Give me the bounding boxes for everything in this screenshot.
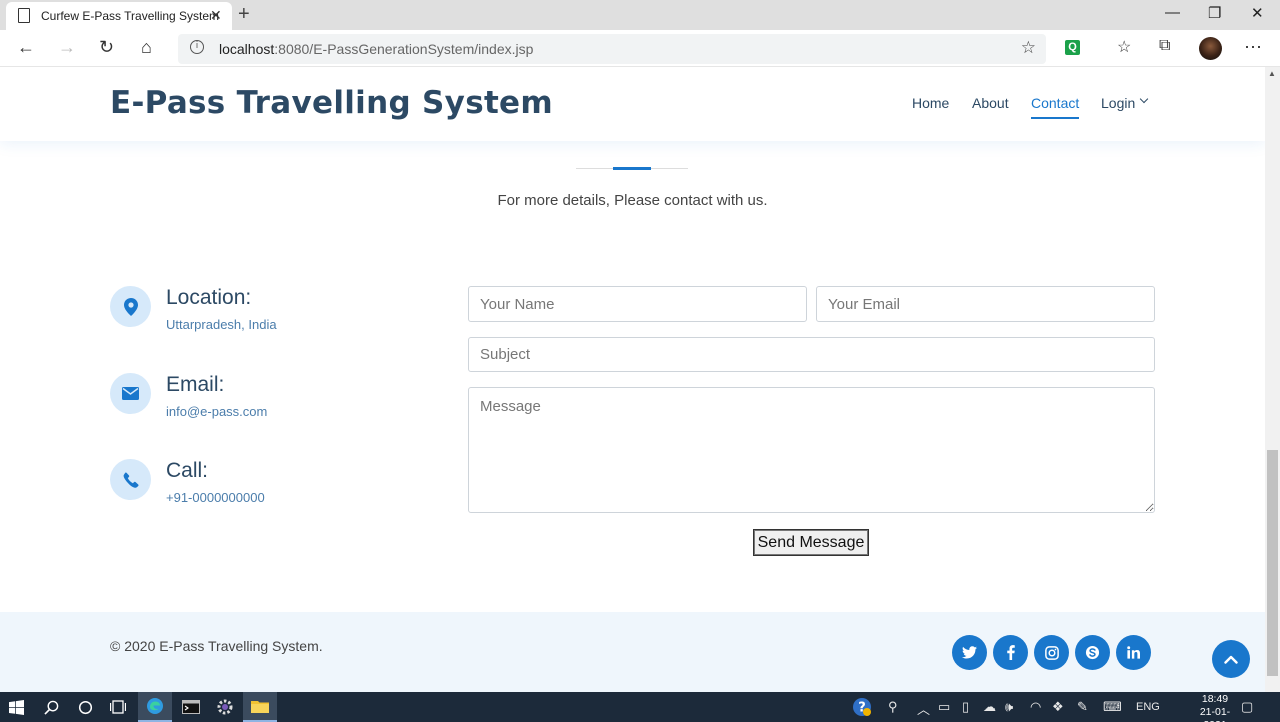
send-message-button[interactable]: Send Message xyxy=(753,529,869,556)
back-icon[interactable]: ← xyxy=(17,37,35,58)
collections-icon[interactable]: ⧉ xyxy=(1159,37,1170,55)
site-header: E-Pass Travelling System Home About Cont… xyxy=(0,67,1265,141)
email-value[interactable]: info@e-pass.com xyxy=(166,404,267,419)
windows-taskbar: ? ⚲ ︿ ▭ ▯ ☁ 🕪 ◠ ❖ ✎ ⌨ ENG 18:49 21-01-20… xyxy=(0,692,1280,722)
nav-login[interactable]: Login xyxy=(1101,95,1135,111)
site-footer: © 2020 E-Pass Travelling System. xyxy=(0,612,1265,692)
task-view-icon[interactable] xyxy=(103,692,133,722)
clock-date: 21-01-2021 xyxy=(1199,706,1231,722)
refresh-icon[interactable]: ↻ xyxy=(99,37,114,58)
scroll-up-arrow-icon[interactable]: ▲ xyxy=(1268,69,1276,78)
terminal-taskbar-icon[interactable] xyxy=(174,692,208,722)
url-path: :8080/E-PassGenerationSystem/index.jsp xyxy=(274,41,534,57)
email-input[interactable] xyxy=(816,286,1155,322)
extension-q-icon[interactable]: Q xyxy=(1065,40,1080,55)
browser-tab[interactable]: Curfew E-Pass Travelling System ✕ xyxy=(6,2,232,30)
window-close-icon[interactable]: ✕ xyxy=(1251,4,1264,22)
facebook-icon[interactable] xyxy=(993,635,1028,670)
call-value[interactable]: +91-0000000000 xyxy=(166,490,265,505)
section-subtitle: For more details, Please contact with us… xyxy=(497,192,768,209)
battery-icon[interactable]: ▭ xyxy=(938,699,950,715)
location-label: Location: xyxy=(166,286,252,309)
taskbar-clock[interactable]: 18:49 21-01-2021 xyxy=(1190,693,1240,722)
browser-toolbar: ← → ↻ ⌂ i localhost:8080/E-PassGeneratio… xyxy=(0,30,1280,67)
nav-home[interactable]: Home xyxy=(912,95,949,111)
volume-icon[interactable]: 🕪 xyxy=(1005,699,1013,715)
site-logo[interactable]: E-Pass Travelling System xyxy=(110,85,553,121)
favorites-icon[interactable]: ☆ xyxy=(1117,37,1131,57)
back-to-top-button[interactable] xyxy=(1212,640,1250,678)
nav-contact[interactable]: Contact xyxy=(1031,95,1080,119)
forward-icon[interactable]: → xyxy=(58,37,76,58)
keyboard-icon[interactable]: ⌨ xyxy=(1103,699,1122,715)
instagram-icon[interactable] xyxy=(1034,635,1069,670)
url-host: localhost xyxy=(219,41,275,57)
more-menu-icon[interactable]: ⋯ xyxy=(1244,37,1262,58)
device-icon[interactable]: ▯ xyxy=(962,699,969,715)
message-textarea[interactable] xyxy=(468,387,1155,513)
home-icon[interactable]: ⌂ xyxy=(141,37,152,58)
settings-gear-taskbar-icon[interactable] xyxy=(208,692,242,722)
location-value: Uttarpradesh, India xyxy=(166,317,277,332)
profile-avatar[interactable] xyxy=(1199,37,1222,60)
show-hidden-icons-chevron-icon[interactable]: ︿ xyxy=(917,699,930,718)
chevron-down-icon[interactable] xyxy=(1139,94,1149,104)
favorite-star-icon[interactable]: ☆ xyxy=(1021,38,1036,58)
call-label: Call: xyxy=(166,459,209,482)
people-icon[interactable]: ⚲ xyxy=(888,699,898,715)
twitter-icon[interactable] xyxy=(952,635,987,670)
minimize-icon[interactable]: — xyxy=(1165,4,1180,21)
address-bar[interactable]: i localhost:8080/E-PassGenerationSystem/… xyxy=(178,34,1046,64)
tab-title: Curfew E-Pass Travelling System xyxy=(41,9,220,23)
nav-about[interactable]: About xyxy=(972,95,1009,111)
browser-tab-strip: Curfew E-Pass Travelling System ✕ + — ❐ … xyxy=(0,0,1280,30)
help-icon[interactable]: ? xyxy=(850,692,874,722)
restore-icon[interactable]: ❐ xyxy=(1208,4,1221,22)
site-info-icon[interactable]: i xyxy=(190,40,204,54)
pen-icon[interactable]: ✎ xyxy=(1077,699,1088,715)
close-tab-icon[interactable]: ✕ xyxy=(210,7,222,24)
scrollbar-thumb[interactable] xyxy=(1267,450,1278,676)
start-icon[interactable] xyxy=(0,692,33,722)
search-icon[interactable] xyxy=(36,692,66,722)
page-icon xyxy=(18,8,30,23)
map-pin-icon xyxy=(110,286,151,327)
copyright-text: © 2020 E-Pass Travelling System. xyxy=(110,638,323,654)
new-tab-icon[interactable]: + xyxy=(238,3,250,26)
language-indicator[interactable]: ENG xyxy=(1136,701,1160,713)
page-scrollbar[interactable]: ▲ xyxy=(1265,67,1280,692)
edge-taskbar-icon[interactable] xyxy=(138,692,172,722)
dropbox-icon[interactable]: ❖ xyxy=(1052,699,1064,715)
clock-time: 18:49 xyxy=(1201,693,1229,705)
address-url[interactable]: localhost:8080/E-PassGenerationSystem/in… xyxy=(219,41,533,57)
linkedin-icon[interactable] xyxy=(1116,635,1151,670)
name-input[interactable] xyxy=(468,286,807,322)
subject-input[interactable] xyxy=(468,337,1155,372)
email-label: Email: xyxy=(166,373,225,396)
title-accent-bar xyxy=(613,167,651,170)
page-viewport: Contact For more details, Please contact… xyxy=(0,67,1265,692)
cortana-icon[interactable] xyxy=(70,692,100,722)
wifi-icon[interactable]: ◠ xyxy=(1030,699,1041,715)
phone-icon xyxy=(110,459,151,500)
onedrive-cloud-icon[interactable]: ☁ xyxy=(983,699,996,715)
notifications-icon[interactable]: ▢ xyxy=(1241,699,1253,715)
skype-icon[interactable] xyxy=(1075,635,1110,670)
file-explorer-taskbar-icon[interactable] xyxy=(243,692,277,722)
envelope-icon xyxy=(110,373,151,414)
